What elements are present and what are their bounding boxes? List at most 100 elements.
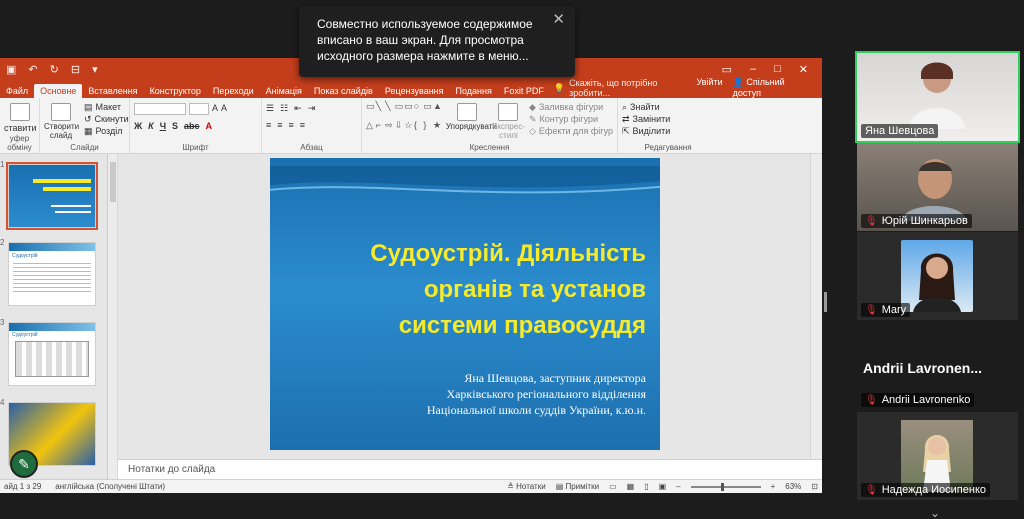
- ribbon: ставити уфер обміну Створити слайд ▤ Мак…: [0, 98, 822, 154]
- minimize-icon[interactable]: –: [750, 63, 756, 76]
- font-color-icon[interactable]: A: [206, 121, 213, 131]
- comments-toggle[interactable]: ▤ Примітки: [556, 482, 599, 491]
- close-notification-icon[interactable]: ✕: [552, 12, 565, 28]
- language-indicator[interactable]: англійська (Сполучені Штати): [55, 482, 165, 491]
- redo-icon[interactable]: ↻: [50, 63, 59, 76]
- notes-pane[interactable]: Нотатки до слайда: [118, 459, 822, 479]
- panel-resize-handle[interactable]: [824, 292, 827, 312]
- zoom-out-icon[interactable]: –: [676, 482, 680, 491]
- shape-effects-button[interactable]: ◇ Ефекти для фігур: [529, 125, 613, 137]
- select-button[interactable]: ⇱ Виділити: [622, 125, 714, 137]
- numbering-icon[interactable]: ☷: [280, 103, 288, 114]
- reading-view-icon[interactable]: ▯: [644, 482, 648, 491]
- align-center-icon[interactable]: ≡: [277, 120, 282, 130]
- grow-font-icon[interactable]: A: [212, 103, 218, 115]
- shrink-font-icon[interactable]: A: [221, 103, 227, 115]
- tab-view[interactable]: Подання: [450, 84, 498, 98]
- slideshow-view-icon[interactable]: ▣: [659, 482, 667, 491]
- zoom-in-icon[interactable]: +: [771, 482, 776, 491]
- scroll-thumb[interactable]: [110, 162, 116, 202]
- tab-slideshow[interactable]: Показ слайдів: [308, 84, 379, 98]
- fit-notification: Совместно используемое содержимое вписан…: [299, 6, 575, 77]
- tab-review[interactable]: Рецензування: [379, 84, 450, 98]
- align-right-icon[interactable]: ≡: [289, 120, 294, 130]
- zoom-slider[interactable]: [690, 482, 761, 491]
- indent-icon[interactable]: ⇤: [294, 103, 302, 114]
- participant-name: 🎙︎ Mary: [861, 303, 911, 317]
- group-drawing: ▭ ╲ ╲ ▭ ▭ ○ ▭ ▲ △ ⌐ ⇨ ⇩ ☆{} ★ Упорядкувати Експрес-с…: [362, 98, 618, 153]
- annotate-pen-button[interactable]: ✎: [10, 450, 38, 478]
- participant-tile[interactable]: 🎙︎ Юрій Шинкарьов: [857, 143, 1018, 231]
- justify-icon[interactable]: ≡: [300, 120, 305, 130]
- slide-title[interactable]: Судоустрій. Діяльність органів та устано…: [330, 236, 646, 344]
- participant-tile[interactable]: 🎙︎ Надежда Иосипенко: [857, 412, 1018, 500]
- group-clipboard: ставити уфер обміну: [0, 98, 40, 153]
- normal-view-icon[interactable]: ▭: [609, 482, 617, 491]
- sorter-view-icon[interactable]: ▦: [627, 482, 635, 491]
- italic-icon[interactable]: К: [148, 121, 154, 131]
- status-bar: айд 1 з 29 англійська (Сполучені Штати) …: [0, 479, 822, 493]
- tell-me-box[interactable]: 💡 Скажіть, що потрібно зробити...: [554, 78, 697, 98]
- tab-insert[interactable]: Вставлення: [82, 84, 143, 98]
- new-slide-button[interactable]: Створити слайд: [44, 122, 79, 140]
- paste-icon[interactable]: [9, 103, 30, 121]
- muted-mic-icon: 🎙︎: [865, 304, 878, 316]
- replace-button[interactable]: ⇄ Замінити: [622, 113, 714, 125]
- font-size-field[interactable]: [189, 103, 209, 115]
- new-slide-icon[interactable]: [51, 103, 71, 121]
- tab-home[interactable]: Основне: [34, 84, 83, 98]
- participant-tile[interactable]: 🎙︎ Andrii Lavronenko: [857, 322, 1018, 410]
- layout-button[interactable]: ▤ Макет: [84, 101, 129, 113]
- current-slide[interactable]: Судоустрій. Діяльність органів та устано…: [270, 158, 660, 450]
- tab-design[interactable]: Конструктор: [144, 84, 207, 98]
- tab-animations[interactable]: Анімація: [260, 84, 308, 98]
- notes-toggle[interactable]: ≜ Нотатки: [507, 482, 545, 491]
- quick-styles-button[interactable]: Експрес-стилі: [492, 122, 525, 140]
- signin-link[interactable]: Увійти: [696, 77, 722, 98]
- font-name-field[interactable]: [134, 103, 186, 115]
- section-button[interactable]: ▦ Розділ: [84, 125, 129, 137]
- bullets-icon[interactable]: ☰: [266, 103, 274, 114]
- quick-styles-icon[interactable]: [498, 103, 519, 121]
- save-icon[interactable]: ▣: [6, 63, 16, 76]
- participant-tile[interactable]: 🎙︎ Mary: [857, 232, 1018, 320]
- editor-scrollbar[interactable]: [810, 154, 822, 459]
- arrange-button[interactable]: Упорядкувати: [446, 122, 497, 131]
- slide-thumbnail-2[interactable]: Судоустрій: [8, 242, 96, 306]
- zoom-level[interactable]: 63%: [785, 482, 801, 491]
- thumbnails-scrollbar[interactable]: [108, 154, 118, 479]
- shape-fill-button[interactable]: ◆ Заливка фігури: [529, 101, 613, 113]
- participant-tile[interactable]: Яна Шевцова: [855, 51, 1020, 143]
- shapes-gallery[interactable]: ▭ ╲ ╲ ▭ ▭ ○ ▭ ▲ △ ⌐ ⇨ ⇩ ☆{} ★: [366, 101, 442, 137]
- slide-thumbnail-1[interactable]: [6, 162, 98, 230]
- chevron-down-icon[interactable]: ⌄: [930, 506, 940, 519]
- reset-button[interactable]: ↺ Скинути: [84, 113, 129, 125]
- paste-button[interactable]: ставити: [4, 122, 36, 134]
- bold-icon[interactable]: Ж: [134, 121, 142, 131]
- slide-thumbnail-3[interactable]: Судоустрій: [8, 322, 96, 386]
- underline-icon[interactable]: Ч: [160, 121, 166, 131]
- tab-foxit[interactable]: Foxit PDF: [498, 84, 550, 98]
- tab-transitions[interactable]: Переходи: [207, 84, 260, 98]
- shape-outline-button[interactable]: ✎ Контур фігури: [529, 113, 613, 125]
- slide-thumbnails[interactable]: 1 2 Судоустрій 3 Судоустрій 4: [0, 154, 108, 479]
- shadow-icon[interactable]: S: [172, 121, 178, 131]
- undo-icon[interactable]: ↶: [28, 63, 37, 76]
- participant-video: [909, 62, 965, 129]
- qat-more-icon[interactable]: ▾: [92, 63, 98, 76]
- maximize-icon[interactable]: □: [774, 63, 781, 76]
- person-icon: 👤: [732, 77, 744, 87]
- close-icon[interactable]: ✕: [799, 63, 808, 76]
- shared-screen: ▣ ↶ ↻ ⊟ ▾ ▭ – □ ✕ Файл Основне Вставленн…: [0, 58, 822, 493]
- ribbon-display-icon[interactable]: ▭: [722, 63, 732, 76]
- present-icon[interactable]: ⊟: [71, 63, 80, 76]
- strike-icon[interactable]: abc: [184, 121, 200, 131]
- slide-author[interactable]: Яна Шевцова, заступник директора Харківс…: [406, 370, 646, 418]
- find-button[interactable]: ⌕ Знайти: [622, 101, 714, 113]
- arrange-icon[interactable]: [456, 103, 477, 121]
- align-left-icon[interactable]: ≡: [266, 120, 271, 130]
- tab-file[interactable]: Файл: [0, 84, 34, 98]
- share-button[interactable]: 👤 Спільний доступ: [733, 77, 812, 98]
- outdent-icon[interactable]: ⇥: [308, 103, 316, 114]
- fit-slide-icon[interactable]: ⊡: [811, 482, 818, 491]
